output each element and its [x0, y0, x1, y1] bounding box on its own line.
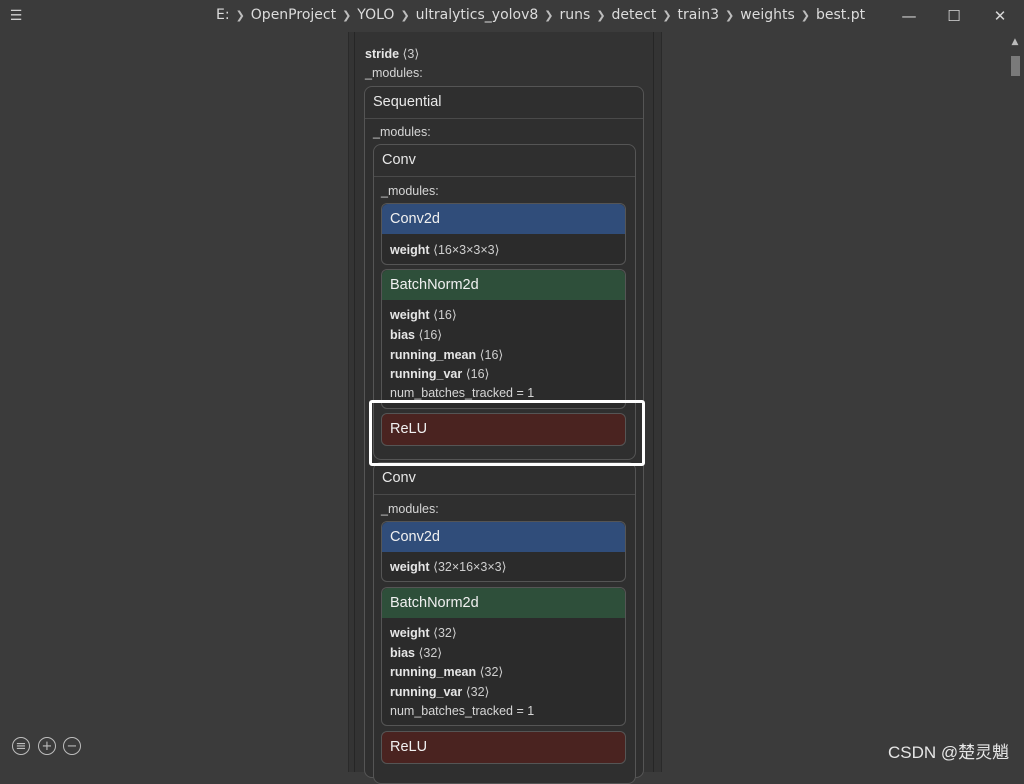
weight-label: weight [390, 308, 430, 322]
running-mean-value: ⟨32⟩ [479, 665, 504, 679]
running-mean-label: running_mean [390, 348, 477, 362]
weight-value: ⟨16⟩ [433, 308, 457, 322]
breadcrumb-item-drive[interactable]: E: [216, 7, 230, 23]
close-button[interactable]: ✕ [989, 6, 1011, 26]
modules-label: _modules: [365, 66, 423, 80]
scrollbar-thumb[interactable] [1011, 56, 1020, 76]
sequential-title: Sequential [365, 87, 643, 119]
breadcrumb-item-ultralytics[interactable]: ultralytics_yolov8 [416, 7, 539, 23]
weight-value: ⟨16×3×3×3⟩ [433, 243, 500, 257]
batchnorm2d-title-2: BatchNorm2d [382, 588, 625, 618]
vertical-scrollbar[interactable]: ▲ [1008, 36, 1022, 766]
conv2-modules-label: _modules: [381, 502, 439, 516]
chevron-right-icon: ❯ [662, 9, 672, 22]
running-var-label: running_var [390, 367, 463, 381]
weight-label: weight [390, 560, 430, 574]
bn1-weight: weight ⟨16⟩ [390, 307, 457, 322]
breadcrumb-item-runs[interactable]: runs [560, 7, 591, 23]
conv-title-2: Conv [374, 463, 635, 495]
watermark: CSDN @楚灵魈 [888, 743, 1010, 762]
stride-attribute: stride ⟨3⟩ [365, 46, 419, 61]
title-bar: ☰ E: ❯ OpenProject ❯ YOLO ❯ ultralytics_yolov8… [0, 0, 1024, 32]
relu-node-2[interactable]: ReLU [381, 731, 626, 764]
bias-value: ⟨32⟩ [418, 646, 443, 660]
zoom-in-icon[interactable]: + [38, 737, 56, 755]
chevron-right-icon: ❯ [725, 9, 735, 22]
conv-title-1: Conv [374, 145, 635, 177]
conv1-modules-label: _modules: [381, 184, 439, 198]
chevron-right-icon: ❯ [544, 9, 554, 22]
conv2d-weight-2: weight ⟨32×16×3×3⟩ [390, 559, 506, 574]
weight-value: ⟨32⟩ [433, 626, 457, 640]
running-mean-value: ⟨16⟩ [479, 348, 504, 362]
bn1-bias: bias ⟨16⟩ [390, 327, 442, 342]
weight-value: ⟨32×16×3×3⟩ [433, 560, 507, 574]
bias-value: ⟨16⟩ [418, 328, 443, 342]
running-var-label: running_var [390, 685, 463, 699]
menu-icon[interactable]: ☰ [8, 8, 24, 24]
list-icon[interactable]: ≡ [12, 737, 30, 755]
relu-highlight-box [369, 400, 645, 466]
bn2-running-mean: running_mean ⟨32⟩ [390, 664, 503, 679]
stride-value: ⟨3⟩ [402, 47, 420, 61]
chevron-right-icon: ❯ [800, 9, 810, 22]
maximize-button[interactable]: ☐ [943, 6, 965, 26]
chevron-right-icon: ❯ [596, 9, 606, 22]
breadcrumb-item-yolo[interactable]: YOLO [357, 7, 394, 23]
bn2-bias: bias ⟨32⟩ [390, 645, 442, 660]
breadcrumb-item-openproject[interactable]: OpenProject [251, 7, 336, 23]
running-var-value: ⟨32⟩ [465, 685, 490, 699]
bn1-num-batches: num_batches_tracked = 1 [390, 386, 535, 400]
bn2-num-batches: num_batches_tracked = 1 [390, 704, 535, 718]
conv2d-weight-1: weight ⟨16×3×3×3⟩ [390, 242, 500, 257]
chevron-right-icon: ❯ [235, 9, 245, 22]
batchnorm2d-title-1: BatchNorm2d [382, 270, 625, 300]
running-mean-label: running_mean [390, 665, 477, 679]
sequential-modules-label: _modules: [373, 125, 431, 139]
stride-label: stride [365, 47, 400, 61]
breadcrumb-item-file[interactable]: best.pt [816, 7, 865, 23]
breadcrumb-item-detect[interactable]: detect [612, 7, 657, 23]
scroll-up-icon[interactable]: ▲ [1009, 36, 1021, 48]
running-var-value: ⟨16⟩ [465, 367, 490, 381]
chevron-right-icon: ❯ [342, 9, 352, 22]
weight-label: weight [390, 626, 430, 640]
conv2d-title-1: Conv2d [382, 204, 625, 234]
bias-label: bias [390, 646, 416, 660]
bias-label: bias [390, 328, 416, 342]
breadcrumb: E: ❯ OpenProject ❯ YOLO ❯ ultralytics_yolov8 ❯ r… [216, 7, 865, 25]
breadcrumb-item-train3[interactable]: train3 [678, 7, 720, 23]
weight-label: weight [390, 243, 430, 257]
bn1-running-var: running_var ⟨16⟩ [390, 366, 489, 381]
breadcrumb-item-weights[interactable]: weights [740, 7, 795, 23]
relu-title-2: ReLU [382, 732, 625, 762]
zoom-out-icon[interactable]: − [63, 737, 81, 755]
bn2-weight: weight ⟨32⟩ [390, 625, 457, 640]
conv2d-title-2: Conv2d [382, 522, 625, 552]
bn1-running-mean: running_mean ⟨16⟩ [390, 347, 503, 362]
minimize-button[interactable]: — [898, 6, 920, 26]
chevron-right-icon: ❯ [400, 9, 410, 22]
bn2-running-var: running_var ⟨32⟩ [390, 684, 489, 699]
